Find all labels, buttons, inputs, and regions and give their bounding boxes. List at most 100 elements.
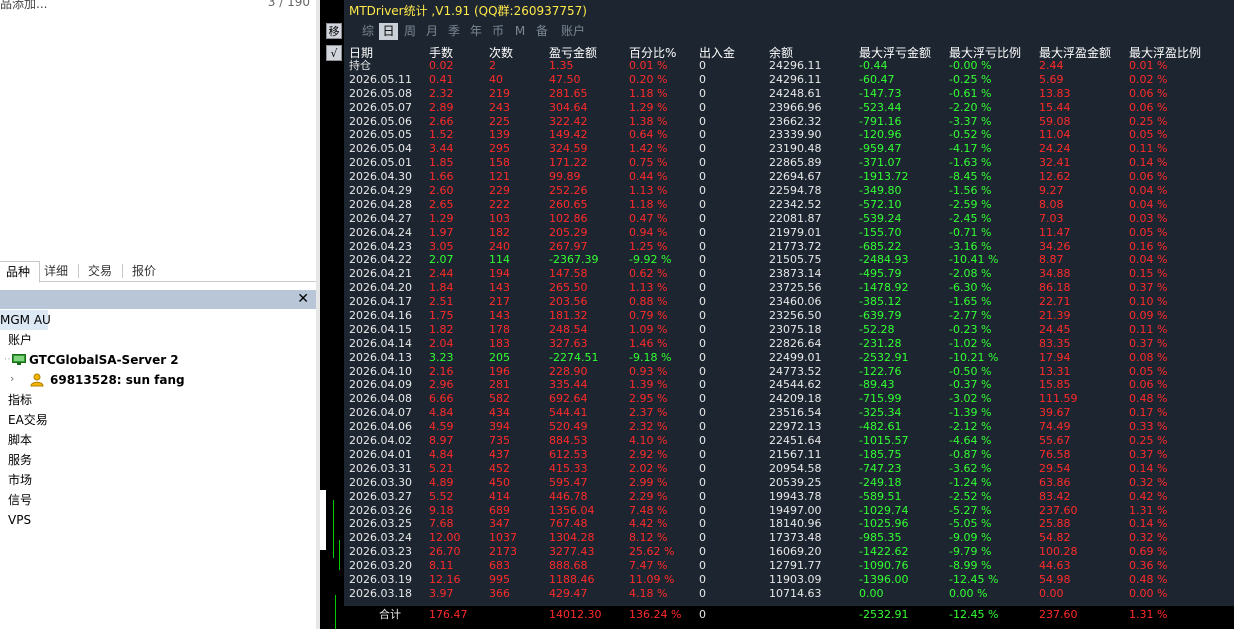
chevron-right-icon[interactable]: › [10, 369, 14, 389]
table-row[interactable]: 2026.03.20 8.11 683 888.68 7.47 % 0 12791.77 -1… [344, 559, 1234, 573]
cell-max-float-profit-ratio: 0.06 % [1129, 378, 1168, 392]
table-row[interactable]: 2026.05.07 2.89 243 304.64 1.29 % 0 23966.96 -5… [344, 101, 1234, 115]
tree-item-market[interactable]: 市场 [8, 470, 32, 490]
tree-item-signals[interactable]: 信号 [8, 490, 32, 510]
cell-max-float-loss-ratio: -0.00 % [949, 59, 992, 72]
tab-symbols[interactable]: 品种 [0, 261, 41, 283]
cell-max-float-profit-ratio: 0.69 % [1129, 545, 1168, 559]
check-button[interactable]: √ [326, 45, 342, 61]
table-row[interactable]: 2026.04.14 2.04 183 327.63 1.46 % 0 22826.64 -2… [344, 337, 1234, 351]
cell-deposit: 0 [699, 434, 706, 448]
table-row[interactable]: 2026.03.27 5.52 414 446.78 2.29 % 0 19943.78 -5… [344, 490, 1234, 504]
table-row[interactable]: 2026.03.23 26.70 2173 3277.43 25.62 % 0 16069.… [344, 545, 1234, 559]
table-row[interactable]: 2026.04.21 2.44 194 147.58 0.62 % 0 23873.14 -4… [344, 267, 1234, 281]
cell-deposit: 0 [699, 253, 706, 267]
tab-details[interactable]: 详细 [35, 261, 77, 282]
tab-trading[interactable]: 交易 [79, 261, 121, 282]
table-row[interactable]: 2026.05.11 0.41 40 47.50 0.20 % 0 24296.11 -60.… [344, 73, 1234, 87]
cell-max-float-loss-ratio: -6.30 % [949, 281, 992, 295]
table-row[interactable]: 2026.04.23 3.05 240 267.97 1.25 % 0 21773.72 -6… [344, 240, 1234, 254]
tree-item-vps[interactable]: VPS [8, 510, 31, 530]
cell-max-float-loss-ratio: -2.12 % [949, 420, 992, 434]
filter-note[interactable]: 备 [534, 23, 550, 40]
tree-item-accounts[interactable]: 账户 [8, 330, 32, 350]
tree-item-symbol[interactable]: MGM AU [0, 310, 51, 330]
table-row[interactable]: 2026.03.30 4.89 450 595.47 2.99 % 0 20539.25 -2… [344, 476, 1234, 490]
tab-quotes[interactable]: 报价 [123, 261, 165, 282]
column-header-lots[interactable]: 手数 [429, 44, 453, 60]
table-row[interactable]: 2026.03.24 12.00 1037 1304.28 8.12 % 0 17373.4… [344, 531, 1234, 545]
filter-year[interactable]: 年 [468, 23, 484, 40]
table-row[interactable]: 2026.04.02 8.97 735 884.53 4.10 % 0 22451.64 -1… [344, 434, 1234, 448]
column-header-percent[interactable]: 百分比% [629, 44, 676, 60]
table-row[interactable]: 2026.03.18 3.97 366 429.47 4.18 % 0 10714.63 0.… [344, 587, 1234, 601]
table-row[interactable]: 2026.04.13 3.23 205 -2274.51 -9.18 % 0 22499.0… [344, 351, 1234, 365]
column-header-balance[interactable]: 余额 [769, 44, 793, 60]
tree-item-scripts[interactable]: 脚本 [8, 430, 32, 450]
filter-month[interactable]: 月 [424, 23, 440, 40]
cell-date: 2026.04.07 [349, 406, 412, 420]
total-max-float-loss: -2532.91 [859, 608, 909, 621]
filter-quarter[interactable]: 季 [446, 23, 462, 40]
filter-week[interactable]: 周 [402, 23, 418, 40]
table-row[interactable]: 2026.03.26 9.18 689 1356.04 7.48 % 0 19497.00 -… [344, 504, 1234, 518]
close-icon[interactable]: ✕ [297, 290, 309, 309]
table-row[interactable]: 2026.04.08 6.66 582 692.64 2.95 % 0 24209.18 -7… [344, 392, 1234, 406]
tree-item-ea[interactable]: EA交易 [8, 410, 48, 430]
cell-max-float-loss-ratio: -12.45 % [949, 572, 999, 586]
table-row[interactable]: 2026.04.15 1.82 178 248.54 1.09 % 0 23075.18 -5… [344, 323, 1234, 337]
column-header-date[interactable]: 日期 [349, 44, 373, 60]
cell-max-float-loss-ratio: -2.52 % [949, 489, 992, 503]
cell-percent: 4.42 % [629, 517, 668, 531]
cell-lots: 0.41 [429, 72, 454, 86]
cell-balance: 24544.62 [769, 378, 822, 392]
table-row[interactable]: 2026.04.16 1.75 143 181.32 0.79 % 0 23256.50 -6… [344, 309, 1234, 323]
filter-overall[interactable]: 综 [360, 23, 376, 40]
filter-magic[interactable]: M [513, 23, 527, 40]
table-row[interactable]: 2026.04.09 2.96 281 335.44 1.39 % 0 24544.62 -8… [344, 378, 1234, 392]
column-header-max-float-loss[interactable]: 最大浮亏金额 [859, 44, 931, 60]
column-header-max-float-profit-ratio[interactable]: 最大浮盈比例 [1129, 44, 1201, 60]
filter-account[interactable]: 账户 [557, 23, 589, 40]
table-row[interactable]: 2026.05.05 1.52 139 149.42 0.64 % 0 23339.90 -1… [344, 128, 1234, 142]
table-row[interactable]: 2026.04.28 2.65 222 260.65 1.18 % 0 22342.52 -5… [344, 198, 1234, 212]
table-row[interactable]: 2026.04.24 1.97 182 205.29 0.94 % 0 21979.01 -1… [344, 226, 1234, 240]
filter-day[interactable]: 日 [379, 23, 398, 40]
column-header-max-float-profit[interactable]: 最大浮盈金额 [1039, 44, 1111, 60]
add-symbol-text[interactable]: 品添加... [0, 0, 47, 12]
table-row[interactable]: 2026.04.22 2.07 114 -2367.39 -9.92 % 0 21505.7… [344, 253, 1234, 267]
table-row[interactable]: 2026.04.30 1.66 121 99.89 0.44 % 0 22694.67 -19… [344, 170, 1234, 184]
table-row[interactable]: 2026.03.25 7.68 347 767.48 4.42 % 0 18140.96 -1… [344, 517, 1234, 531]
table-row[interactable]: 持仓 0.02 2 1.35 0.01 % 0 24296.11 -0.44 -0.00 % 2.… [344, 59, 1234, 73]
column-header-deposit[interactable]: 出入金 [699, 44, 735, 60]
table-row[interactable]: 2026.04.10 2.16 196 228.90 0.93 % 0 24773.52 -1… [344, 365, 1234, 379]
cell-max-float-profit-ratio: 0.32 % [1129, 475, 1168, 489]
table-row[interactable]: 2026.05.04 3.44 295 324.59 1.42 % 0 23190.48 -9… [344, 142, 1234, 156]
cell-date: 2026.04.29 [349, 184, 412, 198]
table-row[interactable]: 2026.04.07 4.84 434 544.41 2.37 % 0 23516.54 -3… [344, 406, 1234, 420]
table-row[interactable]: 2026.04.17 2.51 217 203.56 0.88 % 0 23460.06 -3… [344, 295, 1234, 309]
cell-lots: 4.84 [429, 406, 454, 420]
table-row[interactable]: 2026.05.08 2.32 219 281.65 1.18 % 0 24248.61 -1… [344, 87, 1234, 101]
tree-item-indicators[interactable]: 指标 [8, 390, 32, 410]
column-header-max-float-loss-ratio[interactable]: 最大浮亏比例 [949, 44, 1021, 60]
filter-currency[interactable]: 币 [490, 23, 506, 40]
table-row[interactable]: 2026.04.01 4.84 437 612.53 2.92 % 0 21567.11 -1… [344, 448, 1234, 462]
column-header-profit[interactable]: 盈亏金额 [549, 44, 597, 60]
move-button[interactable]: 移 [326, 23, 342, 39]
table-row[interactable]: 2026.03.19 12.16 995 1188.46 11.09 % 0 11903.0… [344, 573, 1234, 587]
cell-profit: 260.65 [549, 197, 588, 211]
table-row[interactable]: 2026.04.27 1.29 103 102.86 0.47 % 0 22081.87 -5… [344, 212, 1234, 226]
table-row[interactable]: 2026.03.31 5.21 452 415.33 2.02 % 0 20954.58 -7… [344, 462, 1234, 476]
table-row[interactable]: 2026.04.06 4.59 394 520.49 2.32 % 0 22972.13 -4… [344, 420, 1234, 434]
table-row[interactable]: 2026.05.06 2.66 225 322.42 1.38 % 0 23662.32 -7… [344, 115, 1234, 129]
cell-trades: 1037 [489, 531, 517, 545]
cell-date: 2026.04.02 [349, 434, 412, 448]
cell-lots: 3.97 [429, 586, 454, 600]
table-row[interactable]: 2026.05.01 1.85 158 171.22 0.75 % 0 22865.89 -3… [344, 156, 1234, 170]
tree-item-services[interactable]: 服务 [8, 450, 32, 470]
table-row[interactable]: 2026.04.29 2.60 229 252.26 1.13 % 0 22594.78 -3… [344, 184, 1234, 198]
table-row[interactable]: 2026.04.20 1.84 143 265.50 1.13 % 0 23725.56 -1… [344, 281, 1234, 295]
total-max-float-loss-ratio: -12.45 % [949, 608, 999, 621]
column-header-trades[interactable]: 次数 [489, 44, 513, 60]
